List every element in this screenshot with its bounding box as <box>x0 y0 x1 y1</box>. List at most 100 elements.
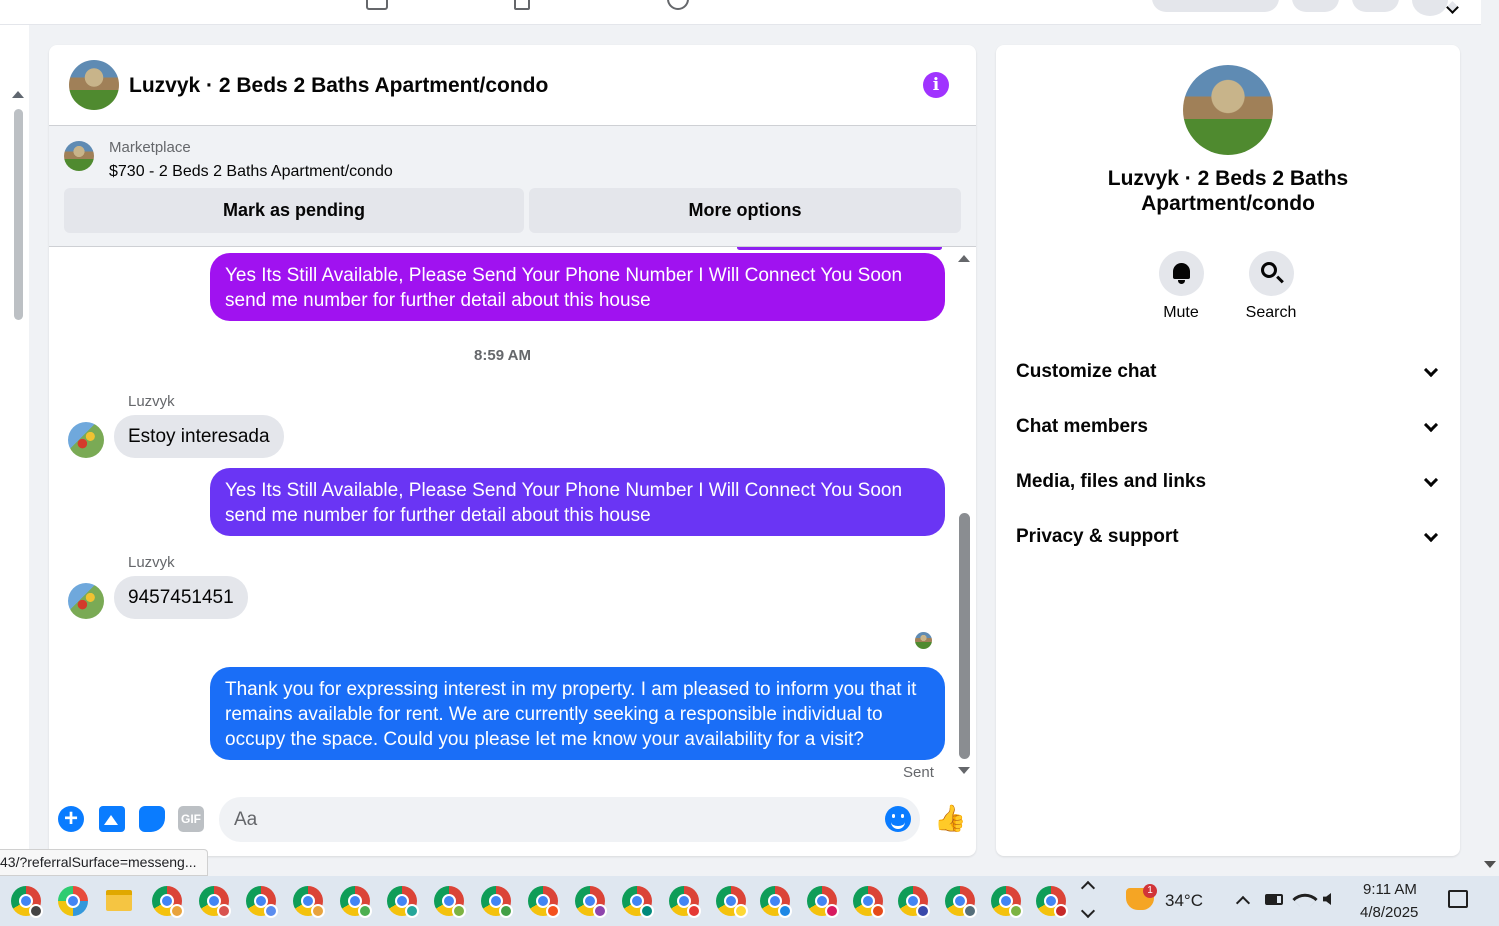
chrome-app-icon[interactable] <box>150 884 184 918</box>
chrome-app-icon[interactable] <box>338 884 372 918</box>
message-list[interactable]: Yes Its Still Available, Please Send You… <box>49 247 976 787</box>
messages-scroll-down-icon[interactable] <box>958 767 970 774</box>
wifi-icon[interactable] <box>1292 886 1318 912</box>
chrome-app-icon[interactable] <box>244 884 278 918</box>
chevron-down-icon <box>1423 527 1439 543</box>
chrome-app-icon[interactable] <box>573 884 607 918</box>
section-label: Privacy & support <box>1016 526 1179 547</box>
chevron-down-icon <box>1423 472 1439 488</box>
search-button[interactable] <box>1249 251 1294 296</box>
scroll-down-arrow-icon[interactable] <box>1484 861 1496 868</box>
battery-icon[interactable] <box>1265 894 1283 905</box>
chrome-app-icon[interactable] <box>197 884 231 918</box>
mute-button[interactable] <box>1159 251 1204 296</box>
menu-button[interactable] <box>1292 0 1339 12</box>
chevron-down-icon <box>1423 362 1439 378</box>
account-chevron-icon[interactable] <box>1446 1 1459 14</box>
listing-price-title[interactable]: $730 - 2 Beds 2 Baths Apartment/condo <box>109 163 393 181</box>
chrome-app-icon[interactable] <box>989 884 1023 918</box>
messages-scroll-up-icon[interactable] <box>958 255 970 262</box>
chrome-profile-app-icon[interactable] <box>9 884 43 918</box>
chevron-down-icon <box>1423 417 1439 433</box>
message-composer: + GIF 👍 <box>49 790 976 856</box>
marketplace-label: Marketplace <box>109 139 191 156</box>
section-label: Chat members <box>1016 416 1148 437</box>
left-scrollbar-thumb[interactable] <box>14 109 23 320</box>
bell-icon <box>1173 263 1190 284</box>
temperature[interactable]: 34°C <box>1165 891 1203 911</box>
partial-message-bubble <box>737 247 942 250</box>
sticker-icon[interactable] <box>139 806 165 832</box>
clock-time[interactable]: 9:11 AM <box>1363 881 1417 898</box>
scroll-up-arrow-icon[interactable] <box>12 91 24 98</box>
gaming-nav-icon[interactable] <box>667 0 689 10</box>
messages-scrollbar-thumb[interactable] <box>959 513 970 759</box>
sender-avatar[interactable] <box>68 583 104 619</box>
chrome-app-icon[interactable] <box>943 884 977 918</box>
clock-date[interactable]: 4/8/2025 <box>1360 904 1418 921</box>
taskbar-scroll-up-icon[interactable] <box>1080 880 1096 896</box>
listing-avatar[interactable] <box>69 60 119 110</box>
incoming-message[interactable]: 9457451451 <box>114 576 248 619</box>
outgoing-message[interactable]: Thank you for expressing interest in my … <box>210 667 945 760</box>
chrome-app-icon[interactable] <box>851 884 885 918</box>
conversation-info-panel: Luzvyk · 2 Beds 2 Baths Apartment/condo … <box>996 45 1460 856</box>
windows-taskbar: 1 34°C 9:11 AM 4/8/2025 <box>0 876 1499 926</box>
taskbar-scroll-down-icon[interactable] <box>1080 903 1096 919</box>
messenger-button[interactable] <box>1352 0 1399 12</box>
privacy-support-section[interactable]: Privacy & support <box>1016 517 1441 557</box>
chrome-app-icon[interactable] <box>432 884 466 918</box>
emoji-icon[interactable] <box>885 806 911 832</box>
marketplace-nav-icon[interactable] <box>366 0 388 10</box>
show-hidden-icons-icon[interactable] <box>1235 895 1251 911</box>
photo-icon[interactable] <box>99 806 125 832</box>
more-options-button[interactable]: More options <box>529 188 961 233</box>
paint-app-icon[interactable] <box>56 884 90 918</box>
message-timestamp: 8:59 AM <box>474 347 531 364</box>
page-scrollbar[interactable] <box>1481 0 1499 876</box>
groups-nav-icon[interactable] <box>514 0 530 10</box>
listing-avatar-large[interactable] <box>1183 65 1273 155</box>
incoming-message[interactable]: Estoy interesada <box>114 415 284 458</box>
plus-icon[interactable]: + <box>58 806 84 832</box>
chrome-app-icon[interactable] <box>620 884 654 918</box>
info-icon[interactable]: i <box>923 72 949 98</box>
media-files-links-section[interactable]: Media, files and links <box>1016 462 1441 502</box>
account-avatar[interactable] <box>1412 0 1448 16</box>
chrome-app-icon[interactable] <box>385 884 419 918</box>
gif-icon[interactable]: GIF <box>178 806 204 832</box>
file-explorer-icon[interactable] <box>102 884 136 918</box>
section-label: Media, files and links <box>1016 471 1207 492</box>
notification-center-icon[interactable] <box>1448 890 1468 908</box>
customize-chat-section[interactable]: Customize chat <box>1016 352 1441 392</box>
thumbs-up-icon[interactable]: 👍 <box>934 804 966 832</box>
search-icon <box>1261 262 1277 278</box>
chrome-app-icon[interactable] <box>479 884 513 918</box>
listing-thumbnail[interactable] <box>64 141 94 171</box>
sender-name: Luzvyk <box>128 393 175 410</box>
chrome-app-icon[interactable] <box>1034 884 1068 918</box>
chrome-app-icon[interactable] <box>291 884 325 918</box>
find-friends-button[interactable] <box>1152 0 1279 12</box>
chrome-app-icon[interactable] <box>758 884 792 918</box>
chrome-app-icon[interactable] <box>714 884 748 918</box>
message-input[interactable] <box>219 797 920 842</box>
volume-icon[interactable] <box>1323 893 1331 905</box>
chrome-app-icon[interactable] <box>805 884 839 918</box>
seen-by-avatar <box>915 632 932 649</box>
outgoing-message[interactable]: Yes Its Still Available, Please Send You… <box>210 468 945 536</box>
sent-status: Sent <box>903 764 934 781</box>
sender-avatar[interactable] <box>68 422 104 458</box>
chat-members-section[interactable]: Chat members <box>1016 407 1441 447</box>
section-label: Customize chat <box>1016 361 1157 382</box>
chrome-app-icon[interactable] <box>896 884 930 918</box>
link-status-url: 43/?referralSurface=messeng... <box>0 849 208 876</box>
outgoing-message[interactable]: Yes Its Still Available, Please Send You… <box>210 253 945 321</box>
chrome-app-icon[interactable] <box>667 884 701 918</box>
mark-as-pending-button[interactable]: Mark as pending <box>64 188 524 233</box>
marketplace-banner: Marketplace $730 - 2 Beds 2 Baths Apartm… <box>49 126 976 247</box>
chrome-app-icon[interactable] <box>526 884 560 918</box>
chat-title[interactable]: Luzvyk · 2 Beds 2 Baths Apartment/condo <box>129 74 548 98</box>
chat-window: Luzvyk · 2 Beds 2 Baths Apartment/condo … <box>49 45 976 856</box>
sender-name: Luzvyk <box>128 554 175 571</box>
